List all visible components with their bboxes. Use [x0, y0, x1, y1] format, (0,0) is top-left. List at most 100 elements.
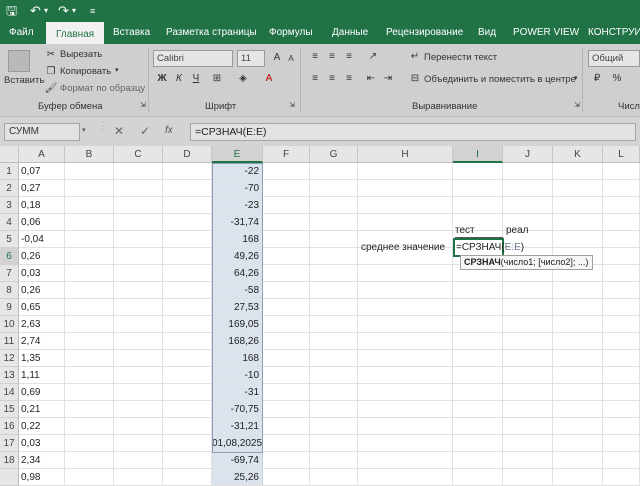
- grid-cell[interactable]: [65, 180, 114, 197]
- row-header[interactable]: 14: [0, 384, 19, 401]
- grid-cell[interactable]: [65, 316, 114, 333]
- cell-a[interactable]: 0,27: [19, 180, 65, 197]
- shrink-font-icon[interactable]: A: [284, 52, 298, 66]
- cell-a[interactable]: 0,06: [19, 214, 65, 231]
- cell-a[interactable]: 2,74: [19, 333, 65, 350]
- grid-cell[interactable]: [310, 180, 358, 197]
- grid-cell[interactable]: [453, 384, 503, 401]
- grid-cell[interactable]: [503, 435, 553, 452]
- grid-cell[interactable]: [310, 248, 358, 265]
- grid-cell[interactable]: [114, 231, 163, 248]
- grid-cell[interactable]: [163, 316, 212, 333]
- grid-cell[interactable]: [603, 384, 640, 401]
- merge-center-button[interactable]: Объединить и поместить в центре: [424, 74, 576, 85]
- grid-cell[interactable]: [163, 231, 212, 248]
- cell-a[interactable]: 0,98: [19, 469, 65, 486]
- average-label-cell[interactable]: среднее значение: [361, 239, 445, 256]
- increase-indent-icon[interactable]: ⇥: [381, 72, 395, 86]
- tab-review[interactable]: Рецензирование: [386, 22, 463, 44]
- cell-a[interactable]: 0,18: [19, 197, 65, 214]
- grid-cell[interactable]: [358, 265, 453, 282]
- cell-e[interactable]: -31,21: [212, 418, 263, 435]
- grid-cell[interactable]: [263, 435, 310, 452]
- undo-icon[interactable]: ↶: [30, 3, 41, 19]
- grid-cell[interactable]: [553, 299, 603, 316]
- grid-cell[interactable]: [114, 452, 163, 469]
- col-header-f[interactable]: F: [263, 146, 310, 163]
- tab-power-view[interactable]: POWER VIEW: [513, 22, 579, 44]
- redo-dropdown-icon[interactable]: ▾: [72, 3, 76, 19]
- cell-e[interactable]: -31,74: [212, 214, 263, 231]
- grid-cell[interactable]: [503, 163, 553, 180]
- grid-cell[interactable]: [65, 299, 114, 316]
- grid-cell[interactable]: [603, 197, 640, 214]
- cell-e[interactable]: 49,26: [212, 248, 263, 265]
- name-box-dropdown-icon[interactable]: ▾: [82, 126, 86, 134]
- grid-cell[interactable]: [358, 350, 453, 367]
- grid-cell[interactable]: [65, 282, 114, 299]
- grid-cell[interactable]: [263, 180, 310, 197]
- grid-cell[interactable]: [263, 469, 310, 486]
- copy-dropdown-icon[interactable]: ▾: [115, 66, 119, 74]
- grid-cell[interactable]: [553, 282, 603, 299]
- row-header[interactable]: 8: [0, 282, 19, 299]
- grid-cell[interactable]: [358, 214, 453, 231]
- grid-cell[interactable]: [453, 435, 503, 452]
- grid-cell[interactable]: [163, 452, 212, 469]
- grid-cell[interactable]: [114, 265, 163, 282]
- undo-dropdown-icon[interactable]: ▾: [44, 3, 48, 19]
- grid-cell[interactable]: [453, 282, 503, 299]
- grid-cell[interactable]: [310, 452, 358, 469]
- merge-dropdown-icon[interactable]: ▾: [574, 74, 578, 82]
- paste-icon[interactable]: [8, 50, 30, 72]
- active-cell-formula[interactable]: =СРЗНАЧ(E:E): [456, 239, 524, 256]
- grid-cell[interactable]: [310, 384, 358, 401]
- orientation-icon[interactable]: ↗: [366, 50, 380, 64]
- name-box[interactable]: СУММ: [4, 123, 80, 141]
- row-header[interactable]: 6: [0, 248, 19, 265]
- grid-cell[interactable]: [114, 333, 163, 350]
- grid-cell[interactable]: [163, 299, 212, 316]
- grid-cell[interactable]: [453, 350, 503, 367]
- grid-cell[interactable]: [603, 350, 640, 367]
- percent-icon[interactable]: %: [610, 72, 624, 86]
- grid-cell[interactable]: [310, 197, 358, 214]
- grid-cell[interactable]: [263, 384, 310, 401]
- grid-cell[interactable]: [310, 316, 358, 333]
- grid-cell[interactable]: [453, 299, 503, 316]
- grid-cell[interactable]: [310, 333, 358, 350]
- grid-cell[interactable]: [553, 180, 603, 197]
- tab-data[interactable]: Данные: [332, 22, 368, 44]
- grid-cell[interactable]: [453, 316, 503, 333]
- cell-a[interactable]: 0,03: [19, 265, 65, 282]
- grid-cell[interactable]: [114, 214, 163, 231]
- grid-cell[interactable]: [358, 367, 453, 384]
- grid-cell[interactable]: [603, 333, 640, 350]
- tab-formulas[interactable]: Формулы: [269, 22, 313, 44]
- tab-design[interactable]: КОНСТРУИ: [588, 22, 640, 44]
- grid-cell[interactable]: [553, 435, 603, 452]
- grid-cell[interactable]: [263, 214, 310, 231]
- grid-cell[interactable]: [358, 282, 453, 299]
- currency-icon[interactable]: ₽: [590, 72, 604, 86]
- grid-cell[interactable]: [65, 384, 114, 401]
- grid-cell[interactable]: [553, 384, 603, 401]
- align-center-icon[interactable]: ≡: [325, 72, 339, 86]
- grid-cell[interactable]: [114, 180, 163, 197]
- font-name-combo[interactable]: Calibri: [153, 50, 233, 67]
- grid-cell[interactable]: [310, 214, 358, 231]
- copy-button[interactable]: Копировать: [60, 66, 111, 77]
- grid-cell[interactable]: [453, 197, 503, 214]
- grid-cell[interactable]: [263, 401, 310, 418]
- grid-cell[interactable]: [358, 316, 453, 333]
- tab-home[interactable]: Главная: [46, 22, 105, 44]
- grid-cell[interactable]: [163, 163, 212, 180]
- wrap-text-icon[interactable]: ↵: [408, 50, 422, 64]
- tab-insert[interactable]: Вставка: [113, 22, 150, 44]
- row-header[interactable]: 18: [0, 452, 19, 469]
- row-header[interactable]: 9: [0, 299, 19, 316]
- grid-cell[interactable]: [263, 265, 310, 282]
- grid-cell[interactable]: [358, 197, 453, 214]
- grid-cell[interactable]: [310, 401, 358, 418]
- tab-page-layout[interactable]: Разметка страницы: [166, 22, 257, 44]
